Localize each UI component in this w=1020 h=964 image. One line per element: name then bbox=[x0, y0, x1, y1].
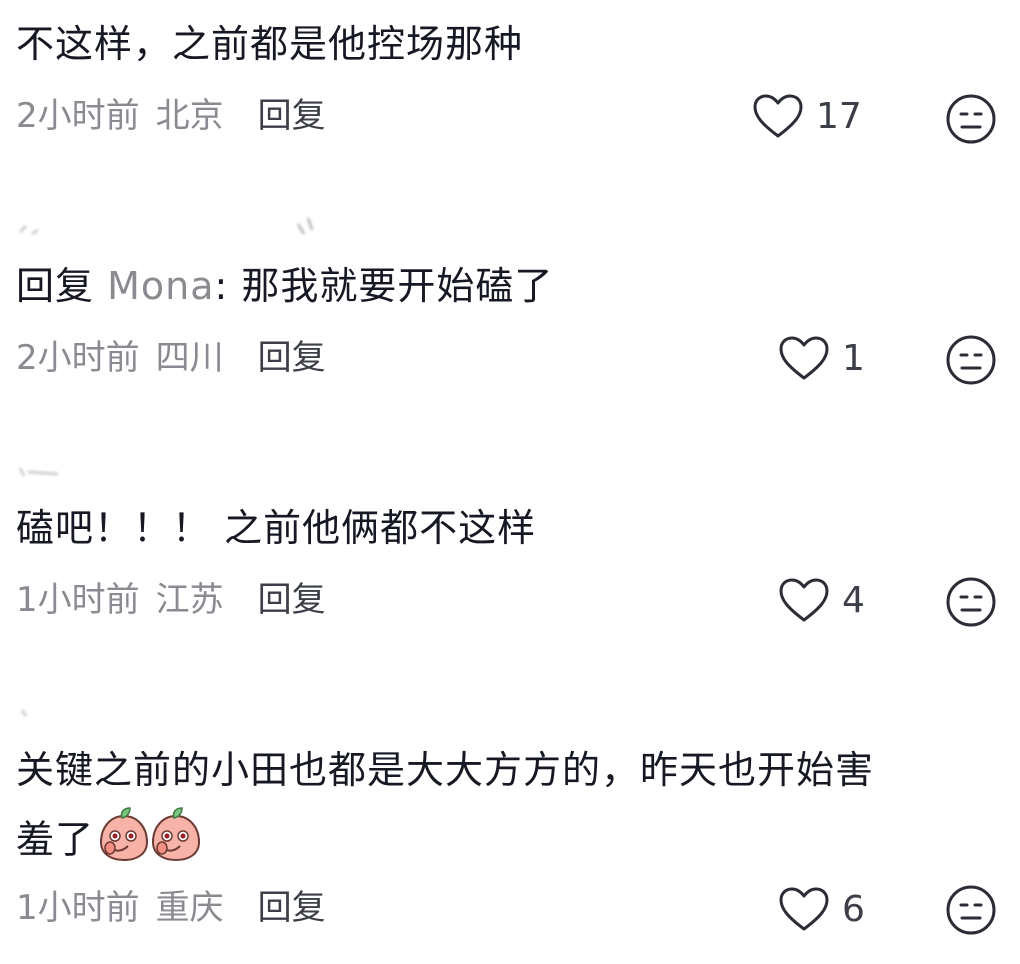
comment-text: 回复 Mona: 那我就要开始磕了 bbox=[16, 257, 553, 315]
comment-meta: 1小时前 重庆 回复 bbox=[16, 886, 326, 930]
neutral-face-icon bbox=[945, 885, 997, 940]
reply-button[interactable]: 回复 bbox=[258, 338, 326, 378]
neutral-face-icon bbox=[945, 94, 997, 149]
reply-button[interactable]: 回复 bbox=[258, 888, 326, 928]
dislike-button[interactable] bbox=[945, 576, 997, 628]
reply-button[interactable]: 回复 bbox=[258, 96, 326, 136]
comment-location: 四川 bbox=[155, 338, 224, 378]
like-count: 1 bbox=[842, 338, 865, 379]
comment-time: 1小时前 bbox=[16, 580, 140, 620]
comment-text-line1: 关键之前的小田也都是大大方方的，昨天也开始害 bbox=[16, 748, 875, 792]
comment-time: 1小时前 bbox=[16, 888, 140, 928]
dislike-button[interactable] bbox=[945, 93, 997, 145]
comment-username[interactable] bbox=[18, 703, 58, 733]
comment-meta: 1小时前 江苏 回复 bbox=[16, 578, 326, 622]
comment-body: 羞了 bbox=[16, 817, 95, 862]
heart-outline-icon bbox=[778, 336, 830, 382]
like-button[interactable]: 6 bbox=[778, 887, 865, 933]
neutral-face-icon bbox=[945, 577, 997, 632]
like-button[interactable]: 17 bbox=[752, 94, 862, 140]
comment-location: 重庆 bbox=[155, 888, 224, 928]
comment-body: : 那我就要开始磕了 bbox=[214, 264, 554, 308]
comment-text-line2: 羞了 bbox=[16, 806, 202, 878]
reply-prefix: 回复 bbox=[16, 264, 108, 308]
reply-button[interactable]: 回复 bbox=[258, 580, 326, 620]
shy-peach-emoji bbox=[98, 806, 150, 878]
mention-username[interactable]: Mona bbox=[107, 264, 214, 308]
comment-location: 江苏 bbox=[155, 580, 224, 620]
comment-text: 磕吧！！！ 之前他俩都不这样 bbox=[16, 506, 537, 550]
shy-peach-emoji bbox=[150, 806, 202, 878]
heart-outline-icon bbox=[778, 578, 830, 624]
like-button[interactable]: 4 bbox=[778, 578, 865, 624]
comment-meta: 2小时前 四川 回复 bbox=[16, 336, 326, 380]
comment-location: 北京 bbox=[155, 96, 224, 136]
blurred-username bbox=[18, 217, 314, 236]
comment-text: 不这样，之前都是他控场那种 bbox=[16, 22, 524, 66]
comment-time: 2小时前 bbox=[16, 96, 140, 136]
like-count: 4 bbox=[842, 580, 865, 621]
comment-username[interactable] bbox=[18, 212, 318, 242]
blurred-username bbox=[20, 709, 28, 717]
neutral-face-icon bbox=[945, 335, 997, 390]
like-button[interactable]: 1 bbox=[778, 336, 865, 382]
heart-outline-icon bbox=[752, 94, 804, 140]
dislike-button[interactable] bbox=[945, 884, 997, 936]
dislike-button[interactable] bbox=[945, 334, 997, 386]
comment-time: 2小时前 bbox=[16, 338, 140, 378]
comment-meta: 2小时前 北京 回复 bbox=[16, 94, 326, 138]
blurred-username bbox=[18, 467, 59, 477]
like-count: 17 bbox=[816, 96, 862, 137]
heart-outline-icon bbox=[778, 887, 830, 933]
emoji-row bbox=[98, 806, 202, 878]
like-count: 6 bbox=[842, 889, 865, 930]
comment-username[interactable] bbox=[18, 460, 98, 490]
